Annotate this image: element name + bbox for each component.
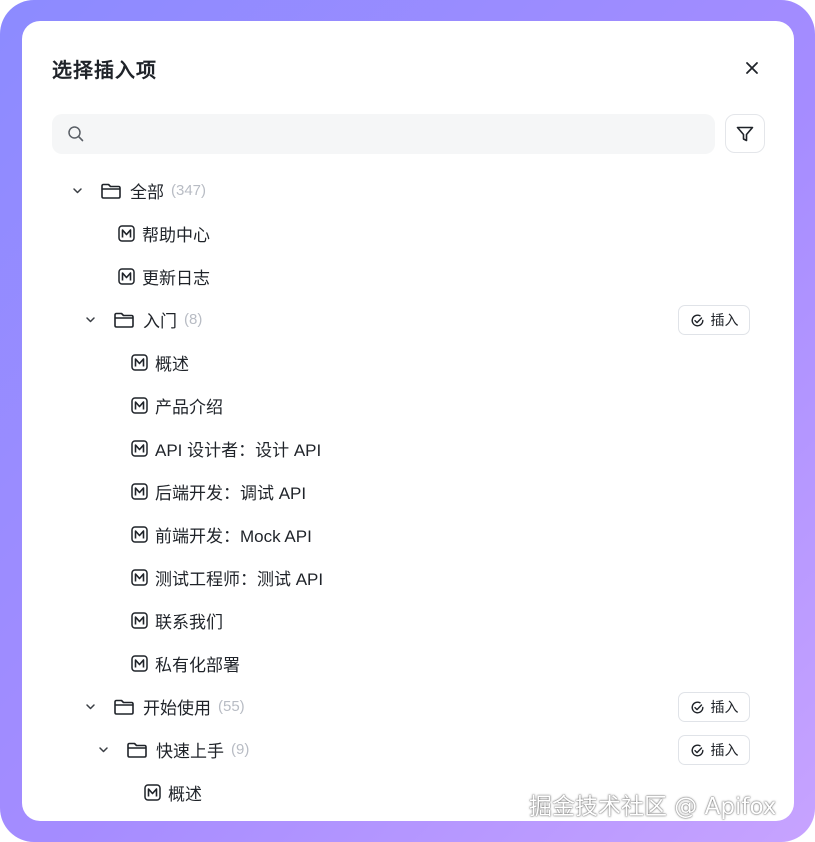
tree-item-label: 开始使用	[143, 699, 211, 718]
markdown-doc-icon	[131, 354, 148, 371]
tree-doc-row[interactable]: 后端开发：调试 API	[22, 470, 794, 513]
tree-folder-row[interactable]: 开始使用 (55) 插入	[22, 685, 794, 728]
folder-icon	[113, 311, 135, 329]
filter-icon	[736, 126, 754, 141]
tree-item-label: 帮助中心	[142, 226, 210, 245]
tree-doc-row[interactable]: 私有化部署	[22, 642, 794, 685]
markdown-doc-icon	[131, 483, 148, 500]
tree-item-count: (8)	[184, 311, 203, 328]
tree-item-label: 前端开发：Mock API	[155, 527, 312, 546]
markdown-doc-icon	[131, 569, 148, 586]
insert-button[interactable]: 插入	[678, 692, 750, 722]
tree-item-label: 更新日志	[142, 269, 210, 288]
tree-item-label: 后端开发：调试 API	[155, 484, 307, 503]
tree-folder-row[interactable]: 入门 (8) 插入	[22, 298, 794, 341]
tree-item-label: 私有化部署	[155, 656, 240, 675]
markdown-doc-icon	[131, 526, 148, 543]
tree-doc-row[interactable]: 联系我们	[22, 599, 794, 642]
tree-doc-row[interactable]: 前端开发：Mock API	[22, 513, 794, 556]
tree-doc-row[interactable]: 产品介绍	[22, 384, 794, 427]
chevron-down-icon[interactable]	[84, 701, 96, 713]
tree-item-label: 概述	[168, 785, 202, 804]
tree-item-label: 测试工程师：测试 API	[155, 570, 324, 589]
tree-doc-row[interactable]: 测试工程师：测试 API	[22, 556, 794, 599]
tree-item-label: 全部	[130, 183, 164, 202]
insert-check-icon	[690, 700, 705, 715]
search-icon	[67, 125, 85, 143]
tree-item-label: 联系我们	[155, 613, 223, 632]
insert-check-icon	[690, 313, 705, 328]
markdown-doc-icon	[118, 225, 135, 242]
tree-item-count: (55)	[218, 698, 245, 715]
chevron-down-icon[interactable]	[71, 185, 83, 197]
markdown-doc-icon	[131, 612, 148, 629]
chevron-down-icon[interactable]	[97, 744, 109, 756]
tree-doc-row[interactable]: 更新日志	[22, 255, 794, 298]
tree-item-count: (347)	[171, 182, 207, 199]
insert-button[interactable]: 插入	[678, 305, 750, 335]
tree-item-label: 概述	[155, 355, 189, 374]
folder-icon	[113, 698, 135, 716]
insert-check-icon	[690, 743, 705, 758]
search-input[interactable]	[93, 114, 715, 154]
tree-item-label: 快速上手	[156, 742, 224, 761]
insert-button[interactable]: 插入	[678, 735, 750, 765]
filter-button[interactable]	[725, 114, 765, 153]
markdown-doc-icon	[131, 397, 148, 414]
watermark: 掘金技术社区 @ Apifox	[529, 794, 777, 820]
tree-doc-row[interactable]: 概述	[22, 341, 794, 384]
tree-doc-row[interactable]: API 设计者：设计 API	[22, 427, 794, 470]
markdown-doc-icon	[131, 440, 148, 457]
markdown-doc-icon	[131, 655, 148, 672]
insert-button-label: 插入	[710, 699, 739, 715]
insert-button-label: 插入	[710, 742, 739, 758]
markdown-doc-icon	[118, 268, 135, 285]
chevron-down-icon[interactable]	[84, 314, 96, 326]
tree-doc-row[interactable]: 帮助中心	[22, 212, 794, 255]
tree-item-count: (9)	[231, 741, 250, 758]
insert-dialog: 选择插入项 全部 (347) 帮助中心 更新日志 入门 (8) 插入 概述 产品介绍 API 设计…	[22, 21, 794, 821]
tree-item-label: API 设计者：设计 API	[155, 441, 322, 460]
search-box	[52, 114, 715, 154]
tree-item-label: 产品介绍	[155, 398, 223, 417]
close-icon	[746, 62, 758, 74]
markdown-doc-icon	[144, 784, 161, 801]
folder-icon	[126, 741, 148, 759]
tree-folder-row[interactable]: 快速上手 (9) 插入	[22, 728, 794, 771]
tree-folder-row[interactable]: 全部 (347)	[22, 169, 794, 212]
dialog-title: 选择插入项	[52, 60, 157, 82]
tree-item-label: 入门	[143, 312, 177, 331]
folder-icon	[100, 182, 122, 200]
close-button[interactable]	[738, 54, 766, 82]
insert-button-label: 插入	[710, 312, 739, 328]
